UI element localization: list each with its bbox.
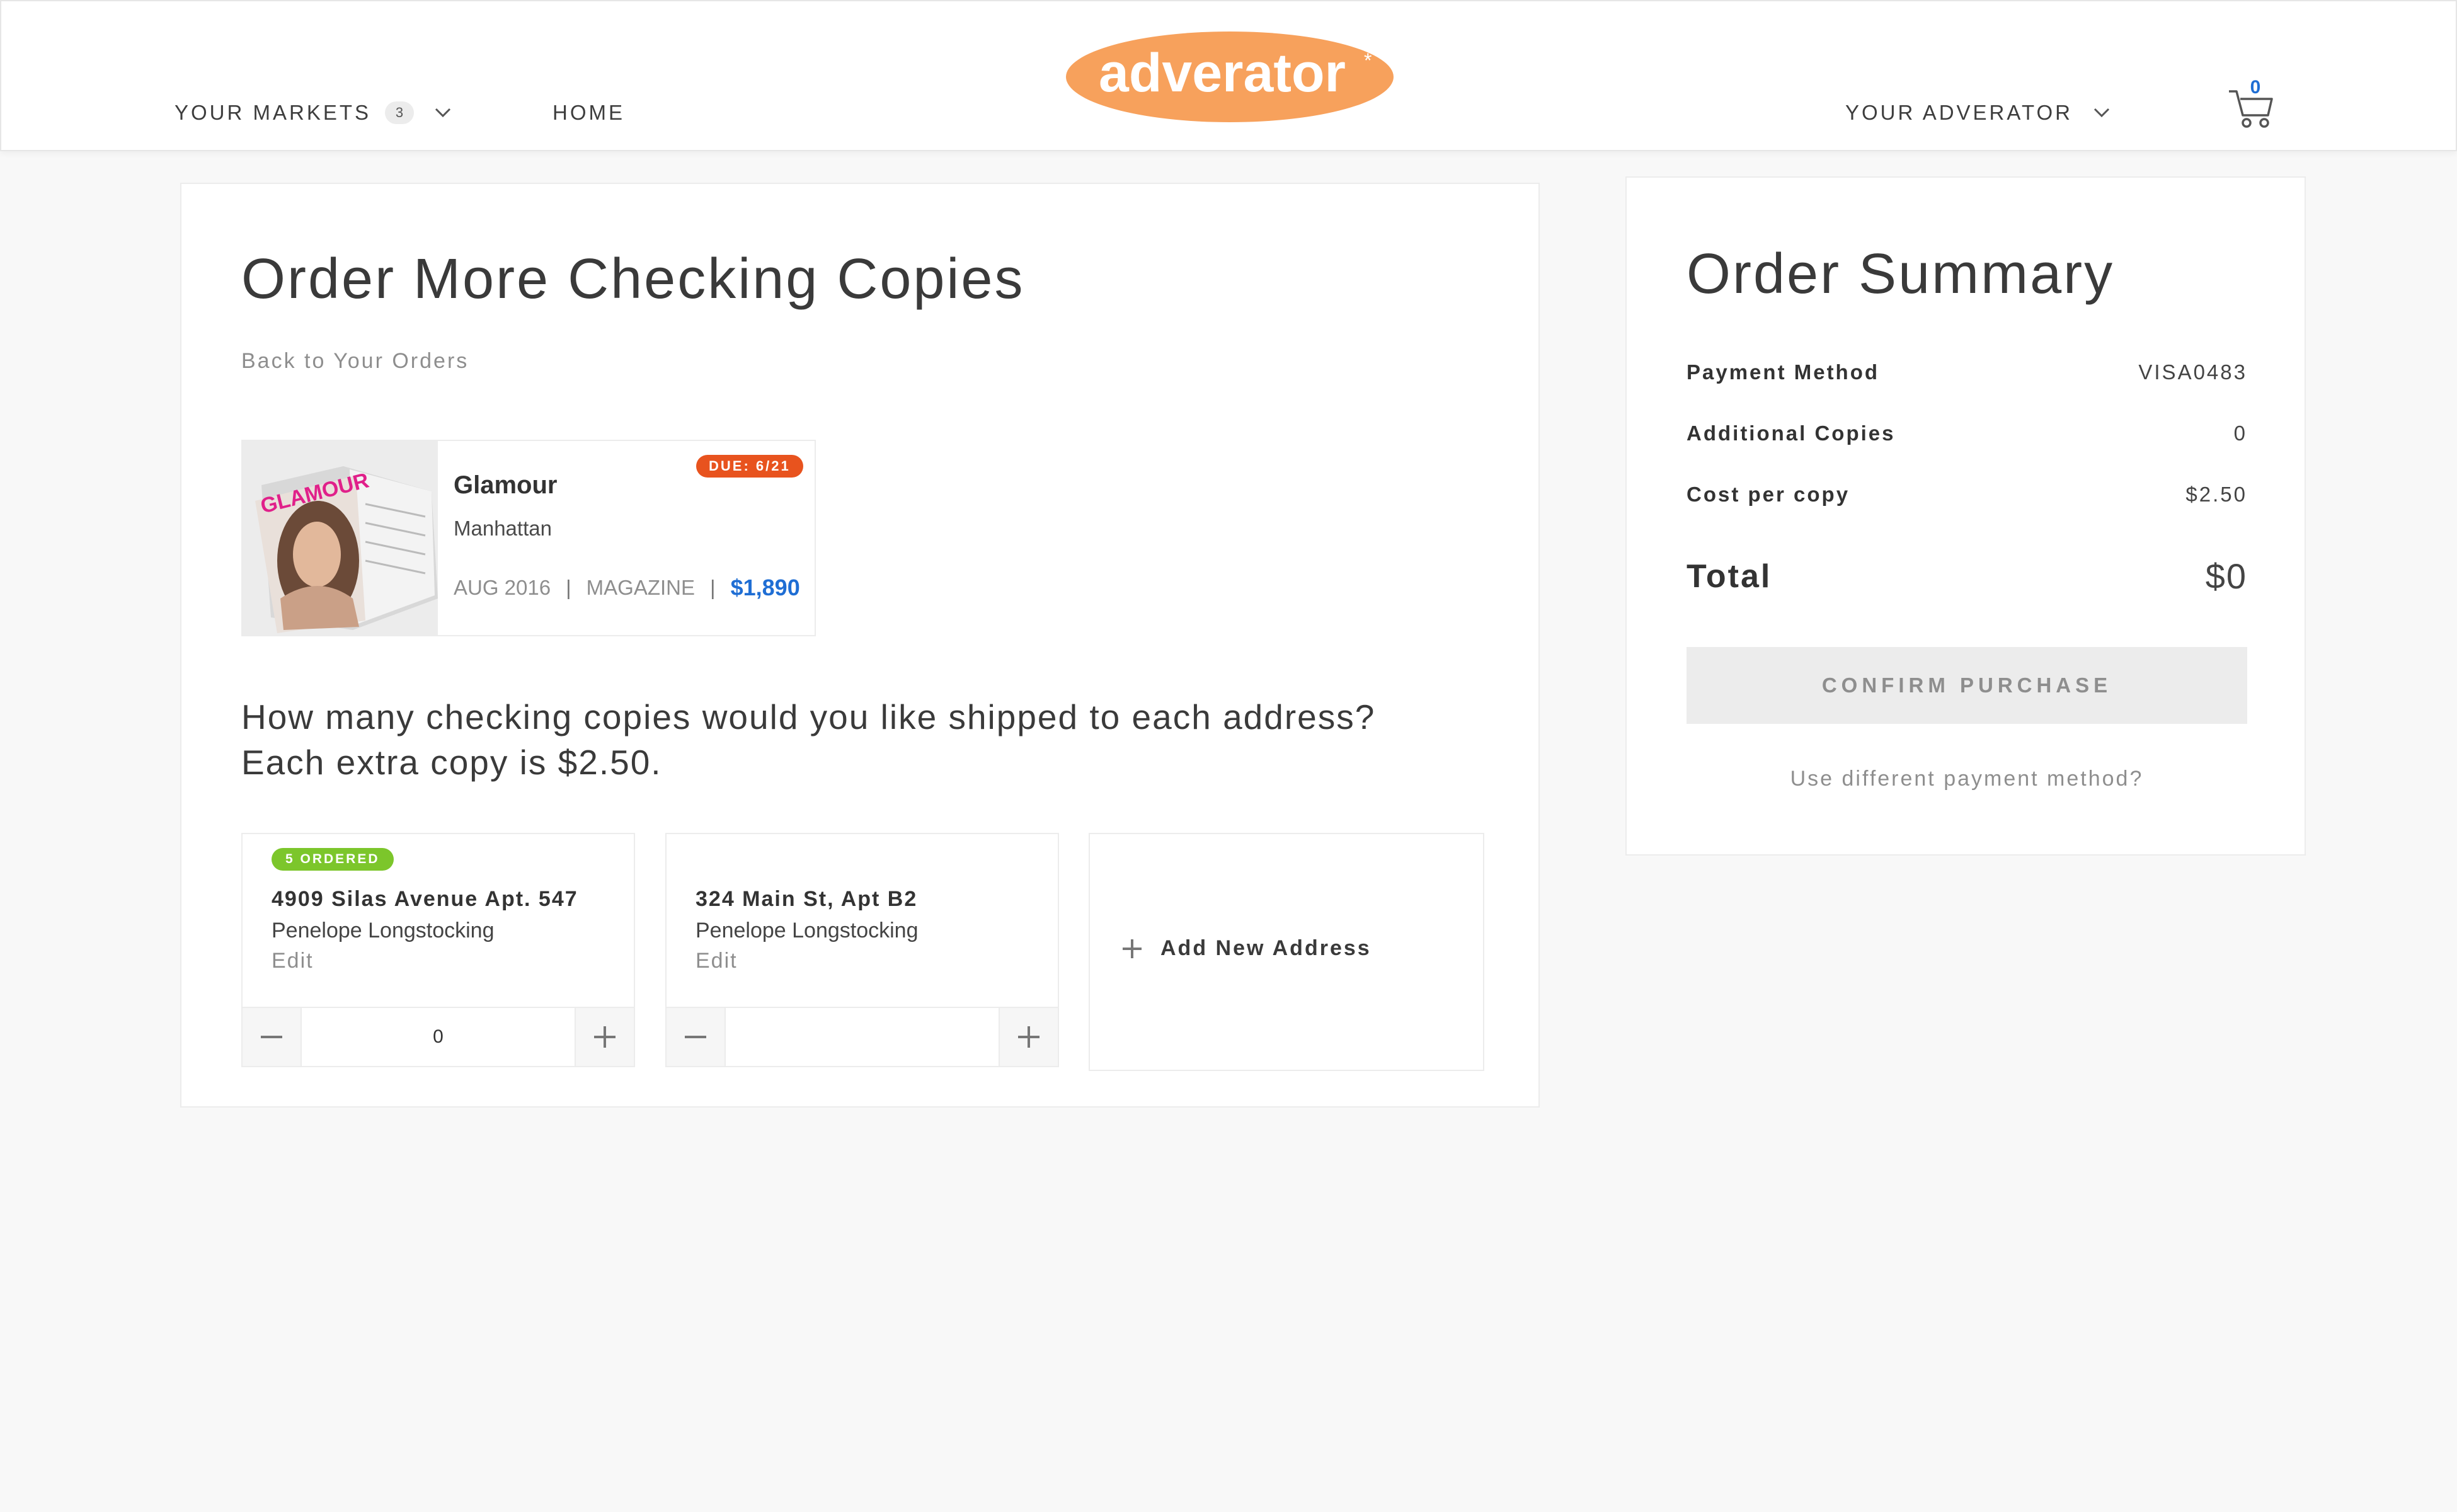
plus-icon <box>1018 1026 1040 1048</box>
minus-icon <box>261 1036 282 1038</box>
publication-name: Glamour <box>454 471 558 499</box>
recipient-name: Penelope Longstocking <box>272 919 495 942</box>
confirm-purchase-button[interactable]: CONFIRM PURCHASE <box>1687 647 2247 724</box>
quantity-stepper: 0 <box>243 1007 634 1066</box>
decrement-button[interactable] <box>667 1008 726 1066</box>
quantity-stepper <box>667 1007 1058 1066</box>
meta-separator: | <box>566 576 571 599</box>
publication-market: Manhattan <box>454 517 552 540</box>
additional-copies-value: 0 <box>2233 421 2247 445</box>
meta-separator: | <box>710 576 716 599</box>
increment-button[interactable] <box>999 1008 1058 1066</box>
recipient-name: Penelope Longstocking <box>696 919 919 942</box>
payment-method-value: VISA0483 <box>2138 360 2247 384</box>
publication-meta: AUG 2016 | MAGAZINE | $1,890 <box>454 575 800 601</box>
publication-issue: AUG 2016 <box>454 576 551 599</box>
order-checking-copies-panel: Order More Checking Copies Back to Your … <box>180 183 1540 1108</box>
edit-address-link[interactable]: Edit <box>696 949 738 973</box>
additional-copies-label: Additional Copies <box>1687 421 1896 445</box>
your-adverator-label: YOUR ADVERATOR <box>1845 101 2073 124</box>
total-value: $0 <box>2205 556 2247 596</box>
increment-button[interactable] <box>575 1008 634 1066</box>
ordered-count-badge: 5 ORDERED <box>272 848 394 871</box>
cost-per-copy-value: $2.50 <box>2185 483 2247 506</box>
total-label: Total <box>1687 558 1772 595</box>
payment-method-row: Payment Method VISA0483 <box>1687 360 2247 384</box>
logo-star: * <box>1364 49 1372 72</box>
publication-card[interactable]: GLAMOUR DUE: 6/21 Glamour Manhattan AUG … <box>241 440 816 636</box>
top-navigation-bar: YOUR MARKETS 3 HOME adverator * YOUR ADV… <box>0 0 2457 151</box>
chevron-down-icon <box>2093 108 2110 118</box>
add-new-address-card[interactable]: Add New Address <box>1089 833 1484 1071</box>
different-payment-method-link[interactable]: Use different payment method? <box>1687 767 2247 791</box>
address-line: 324 Main St, Apt B2 <box>696 887 918 911</box>
magazine-cover-thumbnail: GLAMOUR <box>243 441 438 636</box>
decrement-button[interactable] <box>243 1008 302 1066</box>
your-markets-label: YOUR MARKETS <box>175 101 372 124</box>
your-adverator-menu[interactable]: YOUR ADVERATOR <box>1845 101 2110 125</box>
back-to-orders-link[interactable]: Back to Your Orders <box>241 349 469 374</box>
copies-question-text: How many checking copies would you like … <box>241 697 1376 782</box>
due-date-badge: DUE: 6/21 <box>696 455 803 478</box>
add-new-address-button[interactable]: Add New Address <box>1121 936 1372 961</box>
home-link[interactable]: HOME <box>553 101 625 125</box>
payment-method-label: Payment Method <box>1687 360 1880 384</box>
publication-type: MAGAZINE <box>586 576 696 599</box>
cart-count-badge: 0 <box>2250 77 2261 98</box>
plus-icon <box>1123 939 1142 958</box>
cost-per-copy-label: Cost per copy <box>1687 483 1850 506</box>
edit-address-link[interactable]: Edit <box>272 949 314 973</box>
quantity-input[interactable] <box>726 1008 999 1066</box>
logo-text: adverator <box>1099 43 1346 103</box>
your-markets-menu[interactable]: YOUR MARKETS 3 <box>175 101 452 125</box>
order-summary-panel: Order Summary Payment Method VISA0483 Ad… <box>1625 176 2306 856</box>
plus-icon <box>594 1026 616 1048</box>
total-row: Total $0 <box>1687 556 2247 597</box>
quantity-input[interactable]: 0 <box>302 1008 575 1066</box>
magazine-cover-image: GLAMOUR <box>243 441 438 636</box>
chevron-down-icon <box>435 108 451 118</box>
adverator-logo[interactable]: adverator * <box>1065 30 1395 124</box>
cost-per-copy-row: Cost per copy $2.50 <box>1687 483 2247 507</box>
page-title: Order More Checking Copies <box>241 248 1025 311</box>
minus-icon <box>685 1036 706 1038</box>
additional-copies-row: Additional Copies 0 <box>1687 421 2247 445</box>
address-line: 4909 Silas Avenue Apt. 547 <box>272 887 578 911</box>
add-new-address-label: Add New Address <box>1160 936 1372 960</box>
address-card: 5 ORDERED 4909 Silas Avenue Apt. 547 Pen… <box>241 833 635 1067</box>
publication-price: $1,890 <box>730 575 800 600</box>
markets-count-badge: 3 <box>385 101 415 124</box>
order-summary-title: Order Summary <box>1687 243 2115 306</box>
address-card: 324 Main St, Apt B2 Penelope Longstockin… <box>665 833 1059 1067</box>
